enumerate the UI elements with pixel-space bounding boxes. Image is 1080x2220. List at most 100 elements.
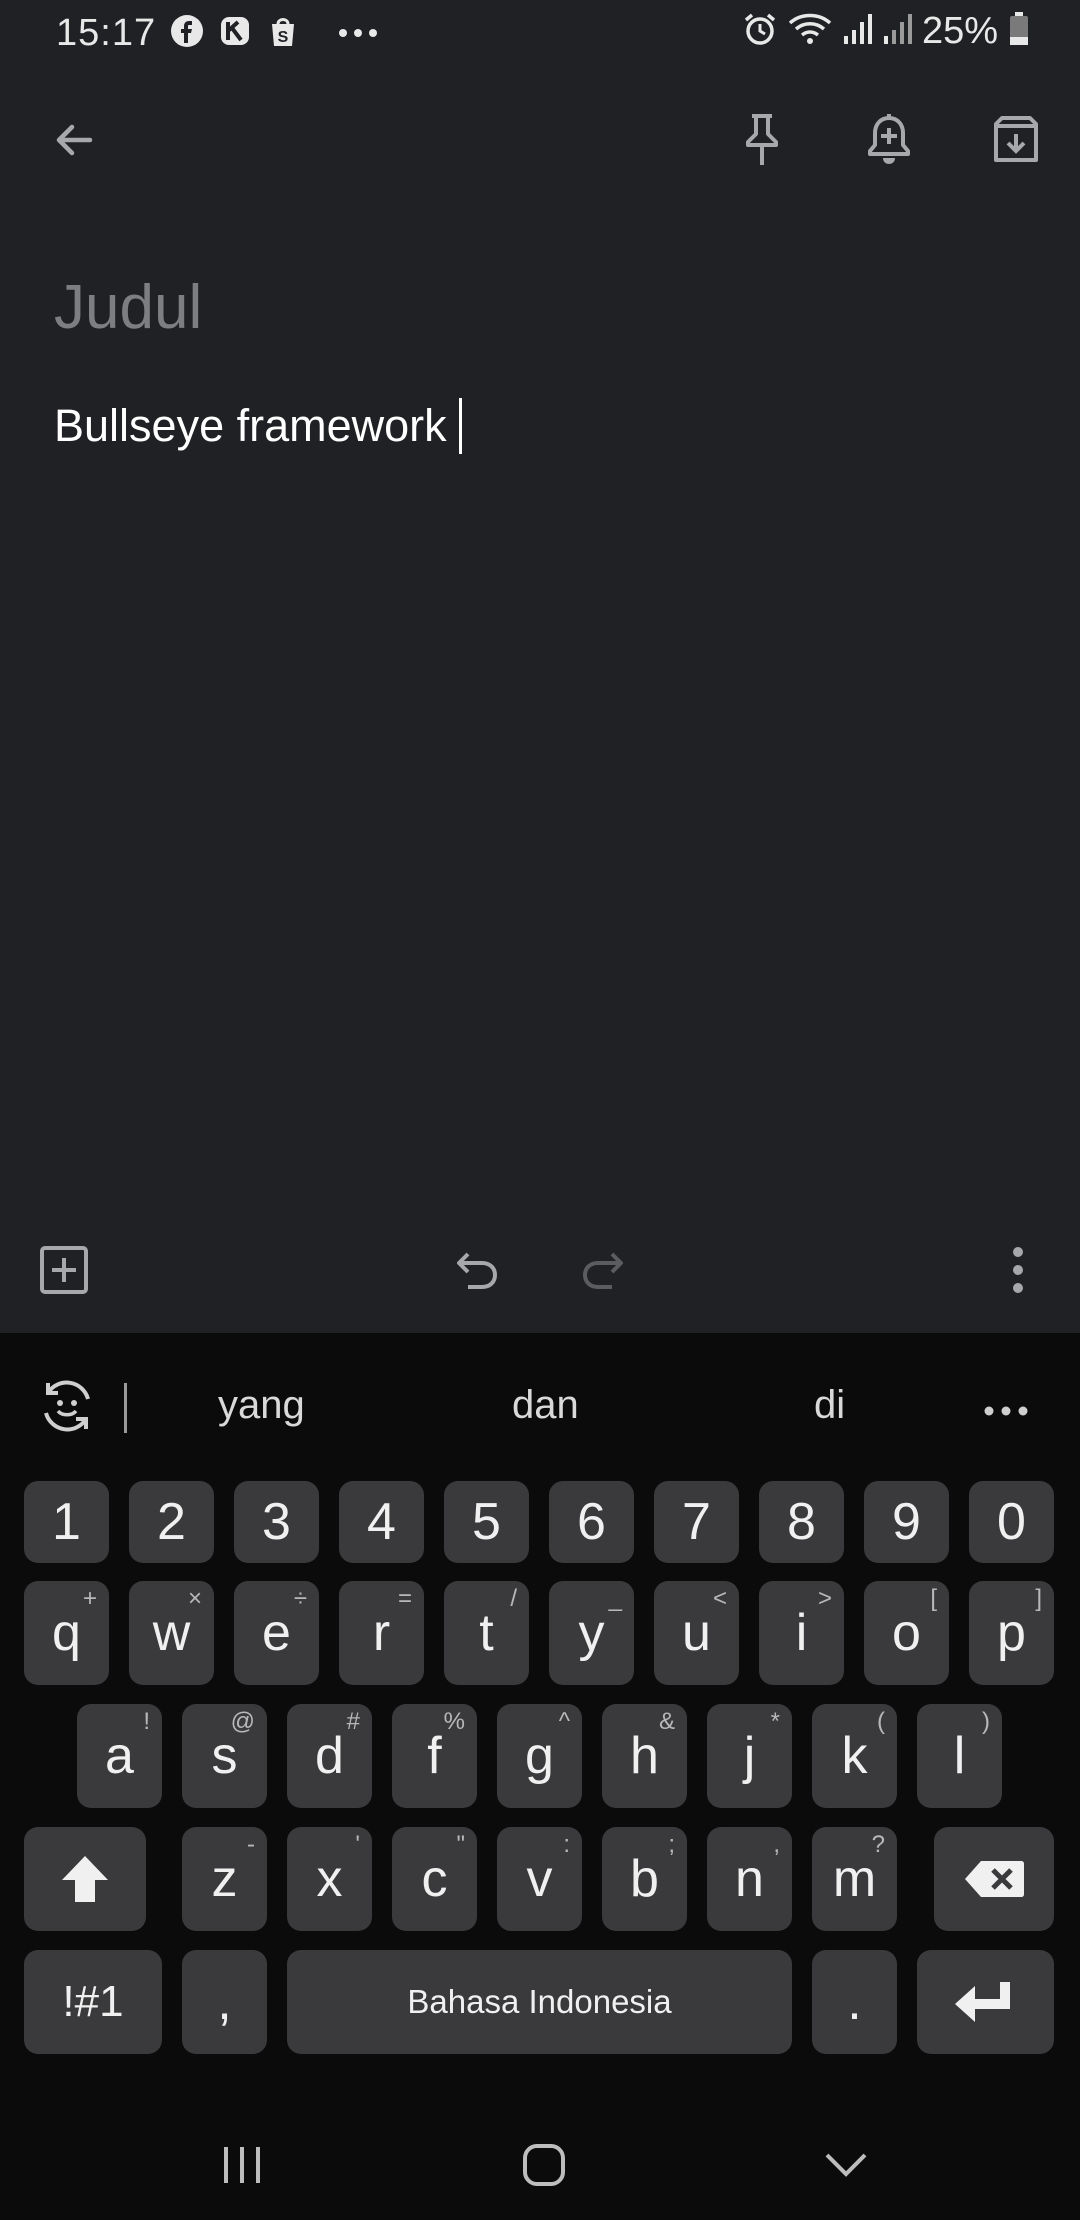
key-b[interactable]: b;	[602, 1827, 687, 1931]
key-3[interactable]: 3	[234, 1481, 319, 1563]
notification-icons: S	[170, 14, 378, 53]
home-icon	[523, 2144, 565, 2186]
key-sublabel: ÷	[293, 1585, 307, 1612]
svg-text:S: S	[278, 29, 289, 46]
status-time: 15:17	[56, 12, 157, 54]
period-key[interactable]: .	[812, 1950, 897, 2054]
key-t[interactable]: t /	[444, 1581, 529, 1685]
key-label: !#1	[62, 1977, 124, 2026]
comma-key[interactable]: ,	[182, 1950, 267, 2054]
symbols-key[interactable]: !#1	[24, 1950, 162, 2054]
undo-button[interactable]	[438, 1230, 518, 1310]
key-c[interactable]: c "	[392, 1827, 477, 1931]
key-label: l	[953, 1727, 966, 1785]
key-a[interactable]: a!	[77, 1704, 162, 1808]
key-sublabel: ?	[871, 1831, 885, 1858]
recents-icon	[224, 2147, 260, 2183]
backspace-icon	[965, 1861, 1024, 1897]
key-k[interactable]: k(	[812, 1704, 897, 1808]
key-q[interactable]: q +	[24, 1581, 109, 1685]
key-e[interactable]: e ÷	[234, 1581, 319, 1685]
key-7[interactable]: 7	[654, 1481, 739, 1563]
pin-icon	[746, 114, 778, 165]
key-x[interactable]: x '	[287, 1827, 372, 1931]
signal-icon	[842, 12, 872, 51]
key-w[interactable]: w ×	[129, 1581, 214, 1685]
status-bar: 15:17 S 25%	[0, 0, 1080, 66]
enter-icon	[954, 1982, 1010, 2022]
key-label: n	[735, 1850, 764, 1908]
more-suggestions-button[interactable]	[984, 1403, 1028, 1421]
key-p[interactable]: p]	[969, 1581, 1054, 1685]
redo-button[interactable]	[562, 1230, 642, 1310]
key-j[interactable]: j *	[707, 1704, 792, 1808]
key-n[interactable]: n,	[707, 1827, 792, 1931]
key-z[interactable]: z-	[182, 1827, 267, 1931]
key-9[interactable]: 9	[864, 1481, 949, 1563]
note-title-field[interactable]: Judul	[54, 272, 202, 343]
key-sublabel: <	[712, 1585, 727, 1612]
emoji-button[interactable]	[38, 1377, 96, 1440]
key-sublabel: ]	[1035, 1585, 1042, 1612]
key-2[interactable]: 2	[129, 1481, 214, 1563]
archive-button[interactable]	[976, 100, 1056, 180]
key-v[interactable]: v:	[497, 1827, 582, 1931]
reminder-button[interactable]	[849, 100, 929, 180]
key-d[interactable]: d #	[287, 1704, 372, 1808]
key-label: g	[525, 1727, 554, 1785]
key-label: .	[847, 1973, 862, 2031]
key-y[interactable]: y _	[549, 1581, 634, 1685]
suggestion-3[interactable]: di	[814, 1383, 845, 1428]
key-o[interactable]: o[	[864, 1581, 949, 1685]
pin-button[interactable]	[722, 100, 802, 180]
key-label: ,	[217, 1973, 232, 2031]
key-label: x	[316, 1850, 343, 1908]
key-sublabel: :	[563, 1831, 570, 1858]
back-button[interactable]	[34, 100, 114, 180]
key-h[interactable]: h &	[602, 1704, 687, 1808]
key-u[interactable]: u <	[654, 1581, 739, 1685]
note-body-field[interactable]: Bullseye framework	[54, 398, 462, 454]
key-sublabel: )	[982, 1708, 990, 1735]
suggestion-2[interactable]: dan	[512, 1383, 579, 1428]
battery-icon	[1008, 11, 1030, 52]
key-r[interactable]: r =	[339, 1581, 424, 1685]
key-sublabel: >	[817, 1585, 832, 1612]
key-sublabel: -	[247, 1831, 255, 1858]
key-8[interactable]: 8	[759, 1481, 844, 1563]
key-label: y	[578, 1604, 605, 1662]
back-arrow-icon	[56, 124, 93, 156]
key-sublabel: '	[355, 1831, 360, 1858]
shift-key[interactable]	[24, 1827, 146, 1931]
home-button[interactable]	[494, 2130, 594, 2200]
key-sublabel: %	[443, 1708, 465, 1735]
key-f[interactable]: f%	[392, 1704, 477, 1808]
add-button[interactable]	[24, 1230, 104, 1310]
backspace-key[interactable]	[934, 1827, 1054, 1931]
hide-keyboard-button[interactable]	[796, 2130, 896, 2200]
note-editor-screen: 15:17 S 25% Judul Bullseye framework yan…	[0, 0, 1080, 2220]
key-label: d	[315, 1727, 344, 1785]
recents-button[interactable]	[192, 2130, 292, 2200]
key-label: r	[372, 1604, 391, 1662]
key-0[interactable]: 0	[969, 1481, 1054, 1563]
key-4[interactable]: 4	[339, 1481, 424, 1563]
key-label: t	[479, 1604, 494, 1662]
key-g[interactable]: g ^	[497, 1704, 582, 1808]
key-5[interactable]: 5	[444, 1481, 529, 1563]
key-m[interactable]: m?	[812, 1827, 897, 1931]
suggestion-1[interactable]: yang	[218, 1383, 305, 1428]
more-vert-icon	[1013, 1247, 1023, 1293]
key-sublabel: &	[658, 1708, 675, 1735]
key-sublabel: _	[608, 1585, 622, 1612]
key-l[interactable]: l)	[917, 1704, 1002, 1808]
space-key[interactable]: Bahasa Indonesia	[287, 1950, 792, 2054]
key-label: f	[427, 1727, 442, 1785]
key-label: e	[262, 1604, 291, 1662]
key-s[interactable]: s @	[182, 1704, 267, 1808]
key-6[interactable]: 6	[549, 1481, 634, 1563]
key-i[interactable]: i >	[759, 1581, 844, 1685]
key-1[interactable]: 1	[24, 1481, 109, 1563]
more-options-button[interactable]	[978, 1230, 1058, 1310]
enter-key[interactable]	[917, 1950, 1054, 2054]
